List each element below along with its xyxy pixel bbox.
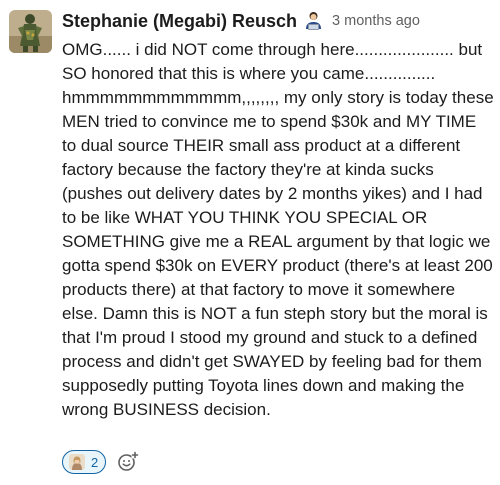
add-emoji-icon[interactable]: [116, 450, 140, 474]
message-line: to dual source THEIR small ass product a…: [62, 136, 461, 155]
message-header: Stephanie (Megabi) Reusch 3 months ago: [62, 8, 420, 34]
message-text: OMG...... i did NOT come through here...…: [62, 38, 498, 422]
message-line: factory because the factory they're at k…: [62, 160, 434, 179]
message-line: wrong BUSINESS decision.: [62, 400, 271, 419]
message-line: SO honored that this is where you came..…: [62, 64, 436, 83]
avatar-image: [9, 10, 52, 53]
message-line: process and didn't get SWAYED by feeling…: [62, 352, 482, 371]
message-line: hmmmmmmmmmmmm,,,,,,,, my only story is t…: [62, 88, 494, 107]
message-line: OMG...... i did NOT come through here...…: [62, 40, 483, 59]
reaction-pill[interactable]: 2: [62, 450, 107, 474]
message-line: that I'm proud I stood my ground and stu…: [62, 328, 478, 347]
sender-name[interactable]: Stephanie (Megabi) Reusch: [62, 11, 297, 32]
message-line: (pushes out delivery dates by 2 months y…: [62, 184, 483, 203]
message-line: products there) at that factory to move …: [62, 280, 456, 299]
message-line: SOMETHING give me a REAL argument by tha…: [62, 232, 491, 251]
message-line: else. Damn this is NOT a fun steph story…: [62, 304, 488, 323]
message-line: MEN tried to convince me to spend $30k a…: [62, 112, 477, 131]
technologist-emoji-icon[interactable]: [304, 11, 323, 31]
sender-avatar[interactable]: [9, 10, 52, 53]
message-line: to be like WHAT YOU THINK YOU SPECIAL OR: [62, 208, 428, 227]
message-line: supposedly putting Toyota lines down and…: [62, 376, 465, 395]
message-timestamp[interactable]: 3 months ago: [332, 13, 420, 29]
reactions-bar: 2: [62, 450, 140, 474]
reaction-count: 2: [91, 454, 99, 470]
message-line: gotta spend $30k on EVERY product (there…: [62, 256, 493, 275]
user-avatar-reaction-icon: [69, 454, 85, 470]
message-container: Stephanie (Megabi) Reusch 3 months ago O…: [0, 0, 500, 485]
